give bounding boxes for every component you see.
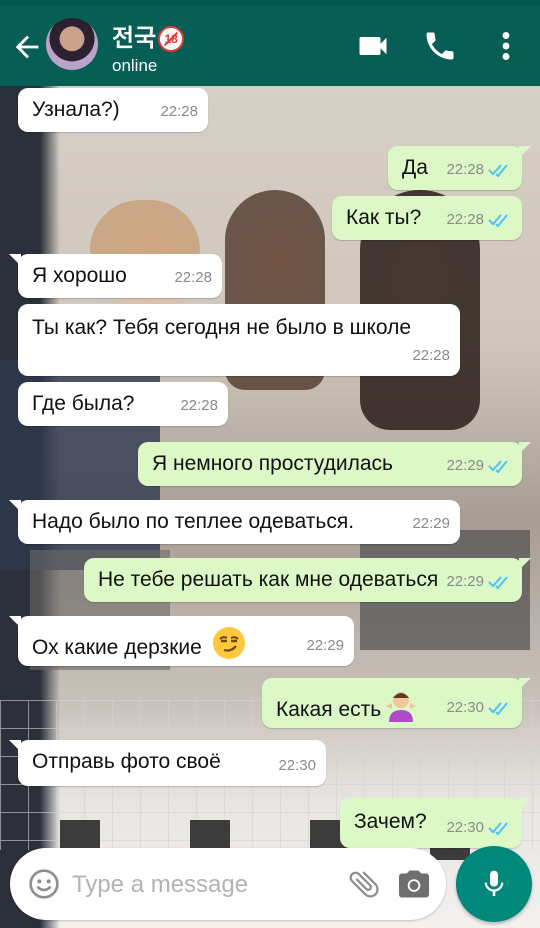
double-check-icon: [488, 460, 508, 473]
message-outgoing[interactable]: Зачем? 22:30: [340, 798, 531, 848]
message-time: 22:30: [278, 757, 316, 774]
message-time: 22:29: [306, 637, 344, 654]
message-text: Да: [402, 156, 428, 179]
message-time: 22:28: [160, 103, 198, 120]
message-text: Где была?: [32, 392, 135, 415]
message-time: 22:28: [174, 269, 212, 286]
message-incoming[interactable]: Ох какие дерзкие 22:29: [9, 616, 354, 666]
double-check-icon: [488, 214, 508, 227]
message-list[interactable]: Узнала?) 22:28 Да 22:28 Как ты? 22:28 Я …: [0, 86, 540, 848]
message-text: Я немного простудилась: [152, 452, 393, 475]
message-text: Узнала?): [32, 98, 120, 121]
paperclip-icon[interactable]: [346, 866, 382, 902]
chat-header: 전국 18 online: [0, 6, 540, 86]
message-text: Отправь фото своё: [32, 750, 221, 773]
more-vert-icon[interactable]: [492, 28, 520, 64]
message-incoming[interactable]: Где была? 22:28: [18, 382, 228, 426]
message-time: 22:28: [180, 397, 218, 414]
video-call-icon[interactable]: [355, 28, 391, 64]
contact-name-text: 전국: [112, 25, 157, 52]
message-time: 22:30: [446, 819, 484, 836]
voice-record-button[interactable]: [456, 846, 532, 922]
contact-avatar[interactable]: [46, 18, 98, 70]
double-check-icon: [488, 822, 508, 835]
smirking-face-emoji: [212, 627, 245, 659]
message-time: 22:28: [412, 347, 450, 364]
message-incoming[interactable]: Надо было по теплее одеваться. 22:29: [9, 500, 460, 544]
message-incoming[interactable]: Отправь фото своё 22:30: [9, 740, 326, 786]
message-outgoing[interactable]: Я немного простудилась 22:29: [138, 442, 531, 486]
microphone-icon: [484, 870, 504, 896]
message-incoming[interactable]: Я хорошо 22:28: [9, 254, 222, 298]
message-time: 22:29: [446, 457, 484, 474]
message-time: 22:28: [446, 161, 484, 178]
message-outgoing[interactable]: Какая есть 22:30: [262, 678, 531, 728]
message-text: Надо было по теплее одеваться.: [32, 510, 355, 533]
message-incoming[interactable]: Ты как? Тебя сегодня не было в школе 22:…: [18, 304, 460, 376]
message-composer: [10, 848, 446, 920]
message-text: Зачем?: [354, 810, 427, 833]
smiley-icon[interactable]: [28, 868, 60, 900]
contact-status: online: [112, 56, 158, 75]
message-outgoing[interactable]: Не тебе решать как мне одеваться 22:29: [84, 558, 531, 602]
message-time: 22:29: [412, 515, 450, 532]
message-text: Как ты?: [346, 206, 422, 229]
camera-icon[interactable]: [396, 866, 432, 902]
double-check-icon: [488, 576, 508, 589]
message-incoming[interactable]: Узнала?) 22:28: [18, 88, 208, 132]
phone-icon[interactable]: [422, 28, 458, 64]
message-time: 22:30: [446, 699, 484, 716]
back-arrow-icon: [15, 35, 39, 59]
message-text: Ох какие дерзкие: [32, 636, 202, 659]
double-check-icon: [488, 164, 508, 177]
message-time: 22:29: [446, 573, 484, 590]
message-text: Ты как? Тебя сегодня не было в школе: [32, 316, 412, 339]
message-text: Не тебе решать как мне одеваться: [98, 568, 439, 591]
person-shrugging-emoji: [386, 692, 417, 722]
age-restriction-badge: 18: [158, 26, 185, 52]
contact-name[interactable]: 전국 18: [112, 18, 185, 53]
message-text: Какая есть: [276, 698, 382, 721]
message-text: Я хорошо: [32, 264, 127, 287]
message-outgoing[interactable]: Как ты? 22:28: [332, 196, 522, 240]
message-time: 22:28: [446, 211, 484, 228]
back-button[interactable]: [10, 30, 44, 64]
double-check-icon: [488, 702, 508, 715]
message-outgoing[interactable]: Да 22:28: [388, 146, 531, 190]
message-input[interactable]: [70, 864, 344, 906]
